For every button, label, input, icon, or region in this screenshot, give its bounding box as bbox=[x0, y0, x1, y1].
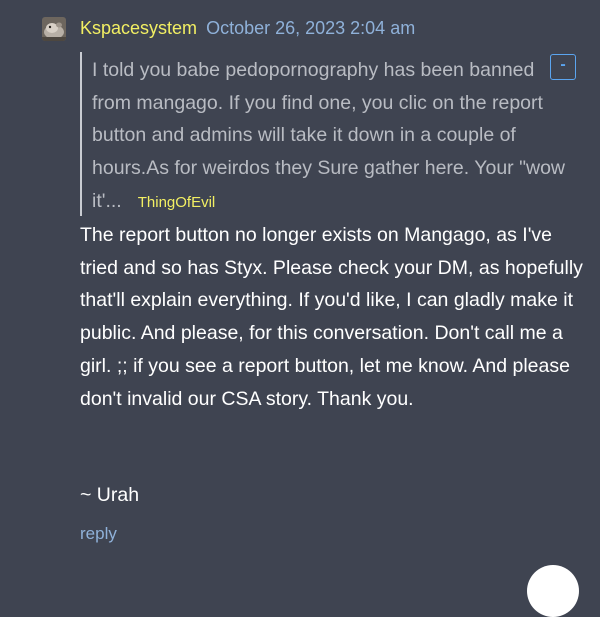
animal-avatar-icon bbox=[42, 17, 66, 41]
quote-text: I told you babe pedopornography has been… bbox=[92, 59, 566, 212]
floating-action-button[interactable] bbox=[527, 565, 579, 617]
comment-body: The report button no longer exists on Ma… bbox=[80, 224, 583, 410]
comment-signature: ~ Urah bbox=[80, 484, 140, 506]
username-link[interactable]: Kspacesystem bbox=[80, 18, 197, 38]
comment: Kspacesystem October 26, 2023 2:04 am I … bbox=[0, 0, 600, 617]
quote-author-link[interactable]: ThingOfEvil bbox=[138, 194, 216, 211]
reply-link[interactable]: reply bbox=[80, 522, 117, 546]
collapse-quote-button[interactable]: - bbox=[550, 54, 576, 80]
quote-text-block: I told you babe pedopornography has been… bbox=[92, 54, 572, 220]
avatar[interactable] bbox=[42, 17, 66, 41]
quoted-comment: I told you babe pedopornography has been… bbox=[80, 52, 580, 216]
comment-timestamp: October 26, 2023 2:04 am bbox=[206, 18, 416, 38]
comment-header: Kspacesystem October 26, 2023 2:04 am bbox=[80, 16, 415, 40]
